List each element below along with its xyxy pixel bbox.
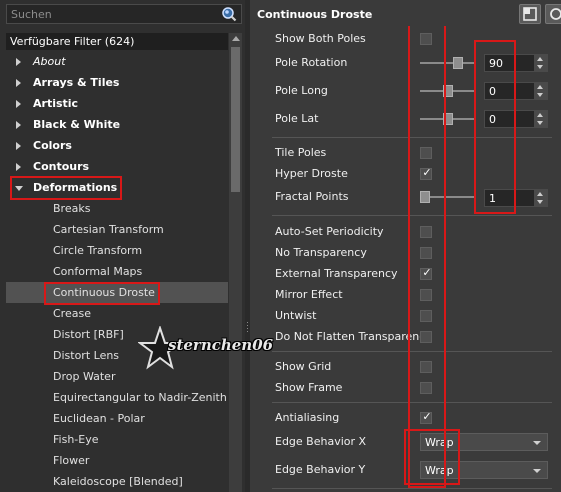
category-colors[interactable]: Colors — [6, 135, 228, 156]
spinbox-buttons[interactable] — [534, 111, 547, 127]
highlight-box — [474, 40, 516, 214]
triangle-right-icon — [16, 58, 21, 66]
show-both-poles-label: Show Both Poles — [275, 32, 366, 45]
filter-browser-panel: Verfügbare Filter (624) About Arrays & T… — [0, 0, 245, 492]
search-icon[interactable] — [221, 6, 237, 22]
section-divider — [272, 488, 552, 489]
category-about[interactable]: About — [6, 51, 228, 72]
window-button[interactable] — [519, 4, 541, 24]
filter-item[interactable]: Breaks — [6, 198, 228, 219]
window-icon — [523, 7, 537, 21]
refresh-icon — [550, 8, 561, 20]
watermark-text: sternchen06 — [168, 336, 274, 354]
arrow-down-icon[interactable] — [537, 121, 543, 125]
show-frame-label: Show Frame — [275, 381, 343, 394]
pole-lat-label: Pole Lat — [275, 112, 319, 125]
fractal-points-label: Fractal Points — [275, 190, 349, 203]
chevron-down-icon[interactable] — [533, 441, 541, 445]
filter-item[interactable]: Conformal Maps — [6, 261, 228, 282]
category-label: Black & White — [33, 118, 121, 131]
filter-item[interactable]: Equirectangular to Nadir-Zenith — [6, 387, 228, 408]
filter-list-scrollbar[interactable] — [229, 33, 242, 492]
edge-behavior-x-label: Edge Behavior X — [275, 435, 367, 448]
category-black-white[interactable]: Black & White — [6, 114, 228, 135]
arrow-down-icon[interactable] — [537, 65, 543, 69]
arrow-up-icon[interactable] — [537, 85, 543, 89]
category-label: Colors — [33, 139, 72, 152]
filter-tree[interactable]: About Arrays & Tiles Artistic Black & Wh… — [6, 51, 228, 492]
filter-item[interactable]: Cartesian Transform — [6, 219, 228, 240]
arrow-up-icon[interactable] — [232, 36, 240, 41]
spinbox-buttons[interactable] — [534, 190, 547, 206]
arrow-up-icon[interactable] — [537, 113, 543, 117]
scrollbar-thumb[interactable] — [231, 47, 240, 192]
panel-title: Continuous Droste — [257, 8, 373, 21]
antialiasing-label: Antialiasing — [275, 411, 340, 424]
parameter-list: Show Both Poles Pole Rotation 90 Pole Lo… — [250, 26, 561, 492]
filter-list-header: Verfügbare Filter (624) — [6, 33, 228, 50]
triangle-right-icon — [16, 100, 21, 108]
filter-settings-panel: Continuous Droste Show Both Poles Pole R… — [250, 0, 561, 492]
pole-long-label: Pole Long — [275, 84, 328, 97]
triangle-right-icon — [16, 142, 21, 150]
highlight-box — [408, 26, 446, 488]
highlight-box — [10, 176, 122, 200]
spinbox-buttons[interactable] — [534, 55, 547, 71]
hyper-droste-label: Hyper Droste — [275, 167, 348, 180]
search-box[interactable] — [6, 4, 242, 24]
arrow-up-icon[interactable] — [537, 57, 543, 61]
edge-behavior-y-label: Edge Behavior Y — [275, 463, 366, 476]
category-label: About — [33, 55, 66, 68]
highlight-box — [404, 429, 460, 485]
arrow-down-icon[interactable] — [537, 200, 543, 204]
pole-rotation-label: Pole Rotation — [275, 56, 348, 69]
slider-handle[interactable] — [453, 57, 463, 69]
auto-set-periodicity-label: Auto-Set Periodicity — [275, 225, 384, 238]
search-input[interactable] — [11, 7, 211, 21]
tile-poles-label: Tile Poles — [275, 146, 327, 159]
filter-item[interactable]: Fish-Eye — [6, 429, 228, 450]
filter-item[interactable]: Flower — [6, 450, 228, 471]
filter-item[interactable]: Circle Transform — [6, 240, 228, 261]
no-transparency-label: No Transparency — [275, 246, 367, 259]
category-contours[interactable]: Contours — [6, 156, 228, 177]
filter-item[interactable]: Kaleidoscope [Blended] — [6, 471, 228, 492]
triangle-right-icon — [16, 79, 21, 87]
spinbox-buttons[interactable] — [534, 83, 547, 99]
category-artistic[interactable]: Artistic — [6, 93, 228, 114]
category-label: Arrays & Tiles — [33, 76, 120, 89]
watermark: sternchen06 — [138, 320, 288, 380]
arrow-down-icon[interactable] — [537, 93, 543, 97]
refresh-button[interactable] — [545, 4, 561, 24]
triangle-right-icon — [16, 121, 21, 129]
highlight-box — [44, 282, 160, 305]
triangle-right-icon — [16, 163, 21, 171]
category-label: Contours — [33, 160, 90, 173]
external-transparency-label: External Transparency — [275, 267, 398, 280]
arrow-up-icon[interactable] — [537, 192, 543, 196]
filter-item[interactable]: Euclidean - Polar — [6, 408, 228, 429]
mirror-effect-label: Mirror Effect — [275, 288, 343, 301]
category-label: Artistic — [33, 97, 79, 110]
chevron-down-icon[interactable] — [533, 469, 541, 473]
category-arrays-tiles[interactable]: Arrays & Tiles — [6, 72, 228, 93]
